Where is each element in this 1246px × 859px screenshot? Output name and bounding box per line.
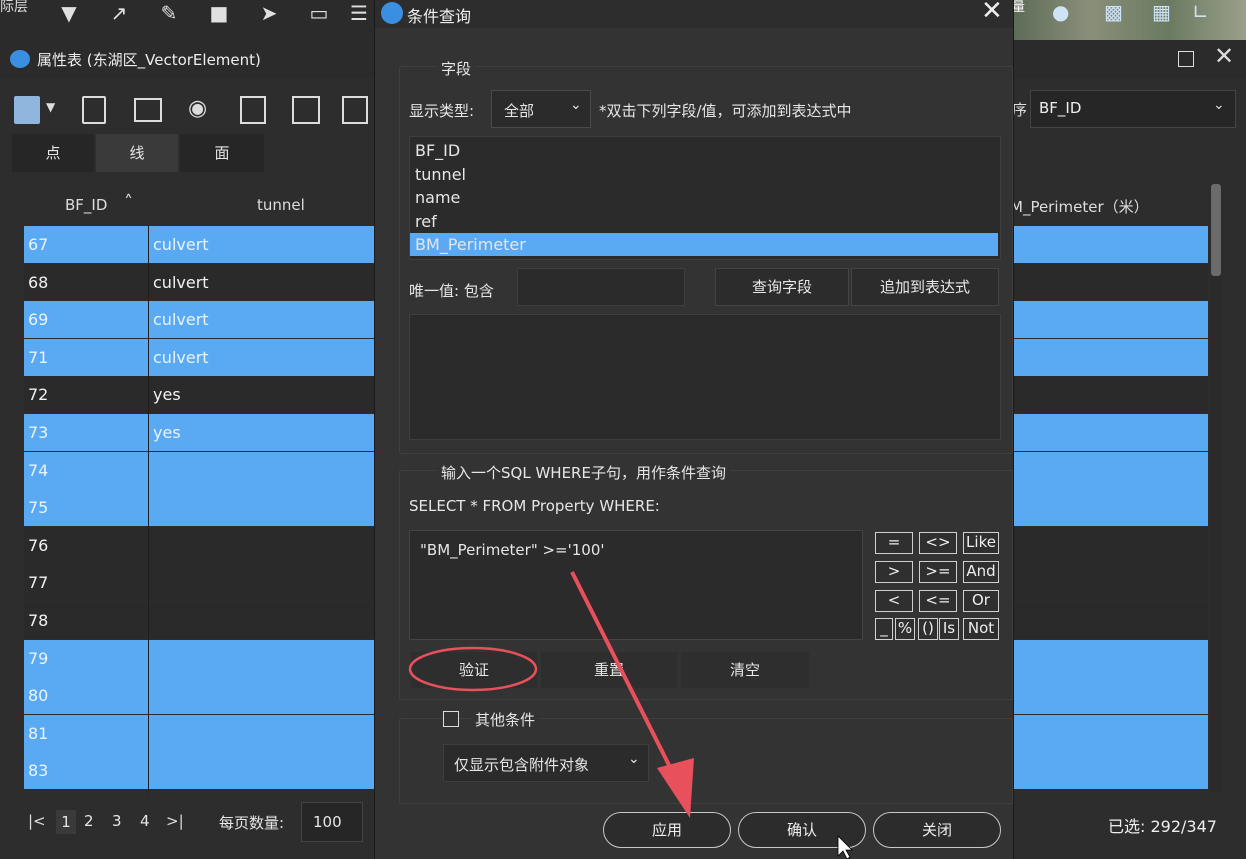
annotation-arrow-shaft — [570, 571, 676, 776]
annotation-arrow-head — [657, 758, 694, 818]
mouse-cursor-icon — [837, 835, 853, 859]
annotation-overlay — [408, 571, 853, 859]
validate-highlight-ellipse — [408, 646, 538, 692]
